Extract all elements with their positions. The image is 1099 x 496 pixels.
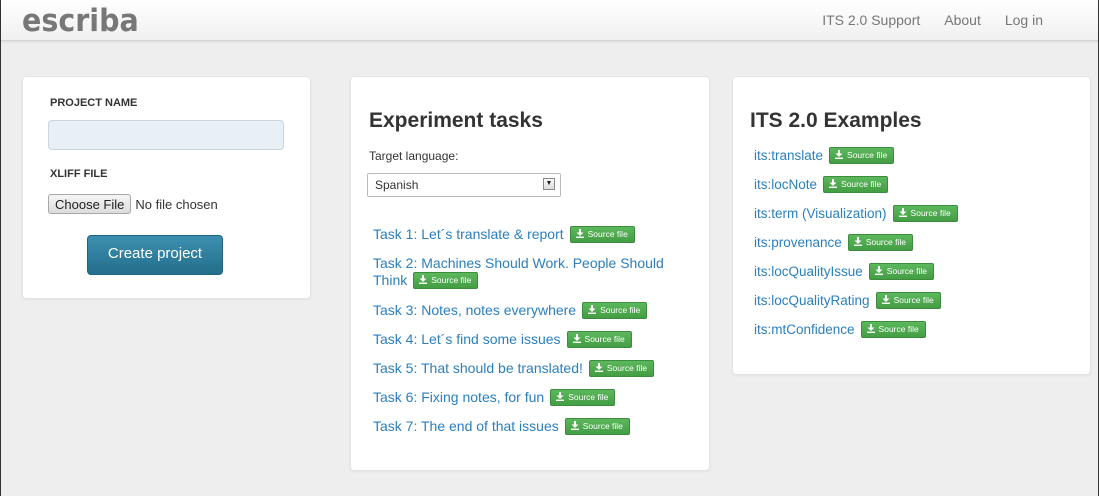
source-file-button[interactable]: Source file: [868, 263, 934, 280]
download-icon: [572, 333, 581, 343]
task-link[interactable]: Task 3: Notes, notes everywhere: [373, 302, 576, 318]
create-project-button[interactable]: Create project: [87, 235, 223, 275]
project-panel: PROJECT NAME XLIFF FILE Choose File No f…: [22, 76, 311, 299]
tasks-title: Experiment tasks: [369, 109, 543, 132]
download-icon: [835, 150, 844, 159]
file-status: No file chosen: [135, 196, 218, 212]
source-file-button[interactable]: Source file: [564, 417, 630, 435]
example-link[interactable]: its:locQualityIssue: [754, 264, 863, 279]
tasks-panel: Experiment tasks Target language: Spanis…: [350, 76, 710, 471]
download-icon: [575, 228, 584, 238]
brand-logo[interactable]: escriba: [22, 3, 139, 39]
download-icon: [419, 274, 428, 284]
source-file-button[interactable]: Source file: [892, 205, 958, 222]
example-link[interactable]: its:translate: [754, 148, 823, 163]
task-item-7: Task 7: The end of that issues Source fil…: [373, 417, 630, 436]
task-link-cont[interactable]: Think: [373, 272, 407, 288]
example-item: its:translate Source file: [754, 147, 895, 165]
download-icon: [570, 420, 579, 430]
source-file-button[interactable]: Source file: [582, 301, 648, 319]
example-item: its:term (Visualization) Source file: [754, 205, 958, 223]
selected-language: Spanish: [375, 178, 419, 192]
task-link[interactable]: Task 5: That should be translated!: [373, 360, 583, 376]
task-item-4: Task 4: Let´s find some issues Source fil…: [373, 330, 632, 349]
task-item-1: Task 1: Let´s translate & report Source f…: [373, 225, 635, 244]
example-link[interactable]: its:term (Visualization): [754, 206, 887, 221]
task-link[interactable]: Task 4: Let´s find some issues: [373, 331, 561, 347]
example-link[interactable]: its:provenance: [754, 235, 842, 250]
example-link[interactable]: its:locQualityRating: [754, 293, 870, 308]
examples-title: ITS 2.0 Examples: [750, 109, 922, 132]
example-item: its:locNote Source file: [754, 176, 889, 194]
source-file-button[interactable]: Source file: [566, 330, 632, 348]
source-file-button[interactable]: Source file: [823, 176, 889, 193]
download-icon: [898, 208, 907, 217]
task-item-6: Task 6: Fixing notes, for fun Source file: [373, 388, 616, 407]
navbar: escriba ITS 2.0 Support About Log in: [1, 0, 1098, 41]
nav-links: ITS 2.0 Support About Log in: [798, 0, 1043, 40]
example-item: its:locQualityIssue Source file: [754, 263, 934, 281]
download-icon: [594, 362, 603, 372]
task-item-2: Task 2: Machines Should Work. People Sho…: [373, 255, 664, 290]
source-file-button[interactable]: Source file: [860, 321, 926, 338]
example-link[interactable]: its:mtConfidence: [754, 322, 855, 337]
task-item-5: Task 5: That should be translated! Source…: [373, 359, 655, 378]
source-file-button[interactable]: Source file: [588, 359, 655, 377]
examples-panel: ITS 2.0 Examples its:translate Source fil…: [732, 76, 1091, 375]
source-file-button[interactable]: Source file: [413, 271, 479, 289]
xliff-file-label: XLIFF FILE: [50, 168, 108, 180]
source-file-button[interactable]: Source file: [569, 225, 635, 243]
nav-about[interactable]: About: [944, 12, 981, 28]
download-icon: [874, 266, 883, 275]
download-icon: [829, 179, 838, 188]
download-icon: [588, 304, 597, 314]
file-row: Choose File No file chosen: [48, 194, 218, 214]
chevron-down-icon[interactable]: ▼: [543, 178, 555, 190]
download-icon: [853, 237, 862, 246]
nav-login[interactable]: Log in: [1005, 12, 1043, 28]
project-name-input[interactable]: [48, 120, 284, 150]
task-link[interactable]: Task 7: The end of that issues: [373, 418, 559, 434]
task-item-3: Task 3: Notes, notes everywhere Source fi…: [373, 301, 648, 320]
task-link[interactable]: Task 1: Let´s translate & report: [373, 226, 564, 242]
source-file-button[interactable]: Source file: [847, 234, 913, 251]
download-icon: [881, 295, 890, 304]
source-file-button[interactable]: Source file: [829, 147, 895, 164]
choose-file-button[interactable]: Choose File: [48, 194, 132, 214]
source-file-button[interactable]: Source file: [875, 292, 941, 309]
task-link[interactable]: Task 2: Machines Should Work. People Sho…: [373, 255, 664, 271]
target-language-label: Target language:: [369, 149, 459, 163]
task-link[interactable]: Task 6: Fixing notes, for fun: [373, 389, 544, 405]
download-icon: [866, 324, 875, 333]
nav-its-support[interactable]: ITS 2.0 Support: [822, 12, 920, 28]
example-item: its:locQualityRating Source file: [754, 292, 941, 310]
download-icon: [556, 391, 565, 401]
example-link[interactable]: its:locNote: [754, 177, 817, 192]
example-item: its:provenance Source file: [754, 234, 913, 252]
project-name-label: PROJECT NAME: [50, 97, 138, 109]
example-item: its:mtConfidence Source file: [754, 321, 926, 339]
target-language-select[interactable]: Spanish ▼: [367, 173, 561, 197]
source-file-button[interactable]: Source file: [550, 388, 616, 406]
